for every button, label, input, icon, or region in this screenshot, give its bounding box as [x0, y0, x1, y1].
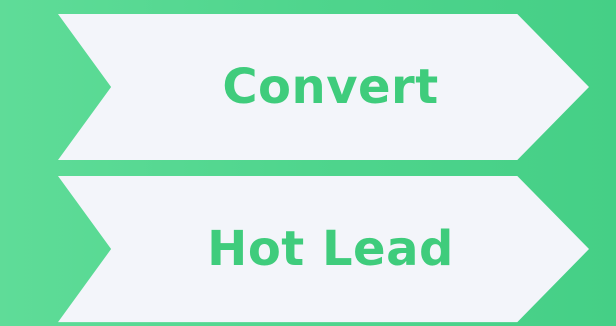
stage-convert-label: Convert	[222, 59, 439, 115]
stage-hot-lead-label: Hot Lead	[207, 221, 454, 277]
funnel-stage-diagram: Convert Hot Lead	[0, 0, 616, 323]
stage-hot-lead-chevron[interactable]: Hot Lead	[58, 176, 589, 323]
stage-convert-chevron[interactable]: Convert	[58, 14, 589, 160]
